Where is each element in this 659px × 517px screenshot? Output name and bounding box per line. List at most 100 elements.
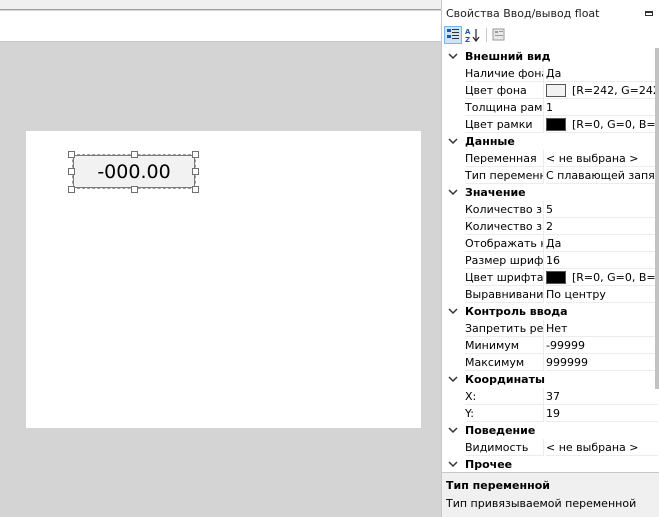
property-value-text: < не выбрана > (546, 441, 639, 454)
property-value-text: 999999 (546, 356, 588, 369)
category-label: Поведение (465, 424, 536, 437)
editor-area: -000.00 (0, 0, 441, 517)
property-name: Толщина рамки (465, 99, 544, 116)
property-name: Отображать нули (465, 235, 544, 252)
property-name: Y: (465, 405, 544, 422)
property-value[interactable]: -99999 (546, 337, 658, 354)
property-pages-icon[interactable] (490, 26, 508, 44)
resize-handle-nw[interactable] (68, 151, 75, 158)
property-value[interactable]: < не выбрана > (546, 150, 658, 167)
property-name: Переменная (465, 150, 544, 167)
property-name: Цвет фона (465, 82, 544, 99)
property-row[interactable]: Толщина рамки1 (442, 99, 658, 116)
resize-handle-s[interactable] (131, 186, 138, 193)
category-row[interactable]: Внешний вид (442, 48, 658, 65)
description-text: Тип привязываемой переменной (446, 497, 637, 510)
chevron-down-icon[interactable] (447, 373, 459, 385)
property-grid: Внешний вид Наличие фона Да Цвет фона [R=242… (442, 48, 659, 471)
color-swatch[interactable] (546, 118, 566, 131)
property-row[interactable]: Минимум -99999 (442, 337, 658, 354)
color-swatch[interactable] (546, 271, 566, 284)
property-row[interactable]: Цвет шрифта [R=0, G=0, B=0] (442, 269, 658, 286)
chevron-down-icon[interactable] (447, 424, 459, 436)
property-row[interactable]: Наличие фона Да (442, 65, 658, 82)
property-name: Максимум (465, 354, 544, 371)
category-row[interactable]: Контроль ввода (442, 303, 658, 320)
property-name: Запретить редактирование (465, 320, 544, 337)
property-row[interactable]: Отображать нулиДа (442, 235, 658, 252)
property-value[interactable]: Нет (546, 320, 658, 337)
design-canvas[interactable]: -000.00 (26, 131, 421, 428)
property-value-text: Нет (546, 322, 568, 335)
property-grid-scrollbar[interactable] (655, 48, 659, 389)
resize-handle-sw[interactable] (68, 186, 75, 193)
category-row[interactable]: Значение (442, 184, 658, 201)
property-row[interactable]: Выравнивание По центру (442, 286, 658, 303)
property-row[interactable]: Видимость < не выбрана > (442, 439, 658, 456)
property-row[interactable]: Запретить редактированиеНет (442, 320, 658, 337)
property-value[interactable]: 37 (546, 388, 658, 405)
property-row[interactable]: Цвет рамки [R=0, G=0, B=0] (442, 116, 658, 133)
resize-handle-ne[interactable] (192, 151, 199, 158)
category-row[interactable]: Прочее (442, 456, 658, 471)
categorized-icon[interactable] (444, 26, 462, 44)
chevron-down-icon[interactable] (447, 186, 459, 198)
color-swatch[interactable] (546, 84, 566, 97)
sort-az-icon[interactable]: A Z (464, 26, 482, 44)
property-value[interactable]: По центру (546, 286, 658, 303)
property-row[interactable]: X: 37 (442, 388, 658, 405)
resize-handle-w[interactable] (68, 168, 75, 175)
panel-pin-icon[interactable] (645, 11, 653, 16)
property-value-text: < не выбрана > (546, 152, 639, 165)
category-row[interactable]: Координаты (442, 371, 658, 388)
resize-handle-e[interactable] (192, 168, 199, 175)
properties-panel: Свойства Ввод/вывод float A Z Внешний ви… (441, 0, 659, 517)
property-value[interactable]: Да (546, 65, 658, 82)
property-value-text: [R=0, G=0, B=0] (572, 271, 658, 284)
property-value[interactable]: Да (546, 235, 658, 252)
property-value-text: С плавающей запятой (546, 169, 658, 182)
property-row[interactable]: Цвет фона [R=242, G=242, (442, 82, 658, 99)
resize-handle-se[interactable] (192, 186, 199, 193)
chevron-down-icon[interactable] (447, 458, 459, 470)
property-row[interactable]: Максимум 999999 (442, 354, 658, 371)
toolbar-separator (486, 28, 487, 42)
property-value[interactable]: 19 (546, 405, 658, 422)
property-row[interactable]: Количество знаков2 (442, 218, 658, 235)
property-name: Наличие фона (465, 65, 544, 82)
editor-ruler-strip (0, 11, 441, 42)
chevron-down-icon[interactable] (447, 50, 459, 62)
property-name: Минимум (465, 337, 544, 354)
property-value-text: -99999 (546, 339, 585, 352)
property-row[interactable]: Переменная < не выбрана > (442, 150, 658, 167)
property-value[interactable]: 1 (546, 99, 658, 116)
category-row[interactable]: Данные (442, 133, 658, 150)
chevron-down-icon[interactable] (447, 305, 459, 317)
float-io-widget[interactable]: -000.00 (72, 154, 196, 189)
chevron-down-icon[interactable] (447, 135, 459, 147)
property-value[interactable]: < не выбрана > (546, 439, 658, 456)
property-value-text: 16 (546, 254, 560, 267)
property-value[interactable]: [R=242, G=242, (546, 82, 658, 99)
property-value[interactable]: 16 (546, 252, 658, 269)
property-row[interactable]: Количество знаков5 (442, 201, 658, 218)
property-value-text: 19 (546, 407, 560, 420)
property-value[interactable]: 999999 (546, 354, 658, 371)
property-row[interactable]: Y: 19 (442, 405, 658, 422)
property-value[interactable]: [R=0, G=0, B=0] (546, 116, 658, 133)
property-row[interactable]: Тип переменнойС плавающей запятой (442, 167, 658, 184)
category-label: Координаты (465, 373, 545, 386)
property-value-text: 37 (546, 390, 560, 403)
property-name: Количество знаков (465, 218, 544, 235)
property-row[interactable]: Размер шрифта16 (442, 252, 658, 269)
property-name: X: (465, 388, 544, 405)
property-value-text: 2 (546, 220, 553, 233)
property-value[interactable]: С плавающей запятой (546, 167, 658, 184)
panel-toolbar: A Z (442, 24, 659, 46)
category-row[interactable]: Поведение (442, 422, 658, 439)
resize-handle-n[interactable] (131, 151, 138, 158)
property-value[interactable]: 2 (546, 218, 658, 235)
property-value[interactable]: [R=0, G=0, B=0] (546, 269, 658, 286)
property-value[interactable]: 5 (546, 201, 658, 218)
category-label: Контроль ввода (465, 305, 568, 318)
